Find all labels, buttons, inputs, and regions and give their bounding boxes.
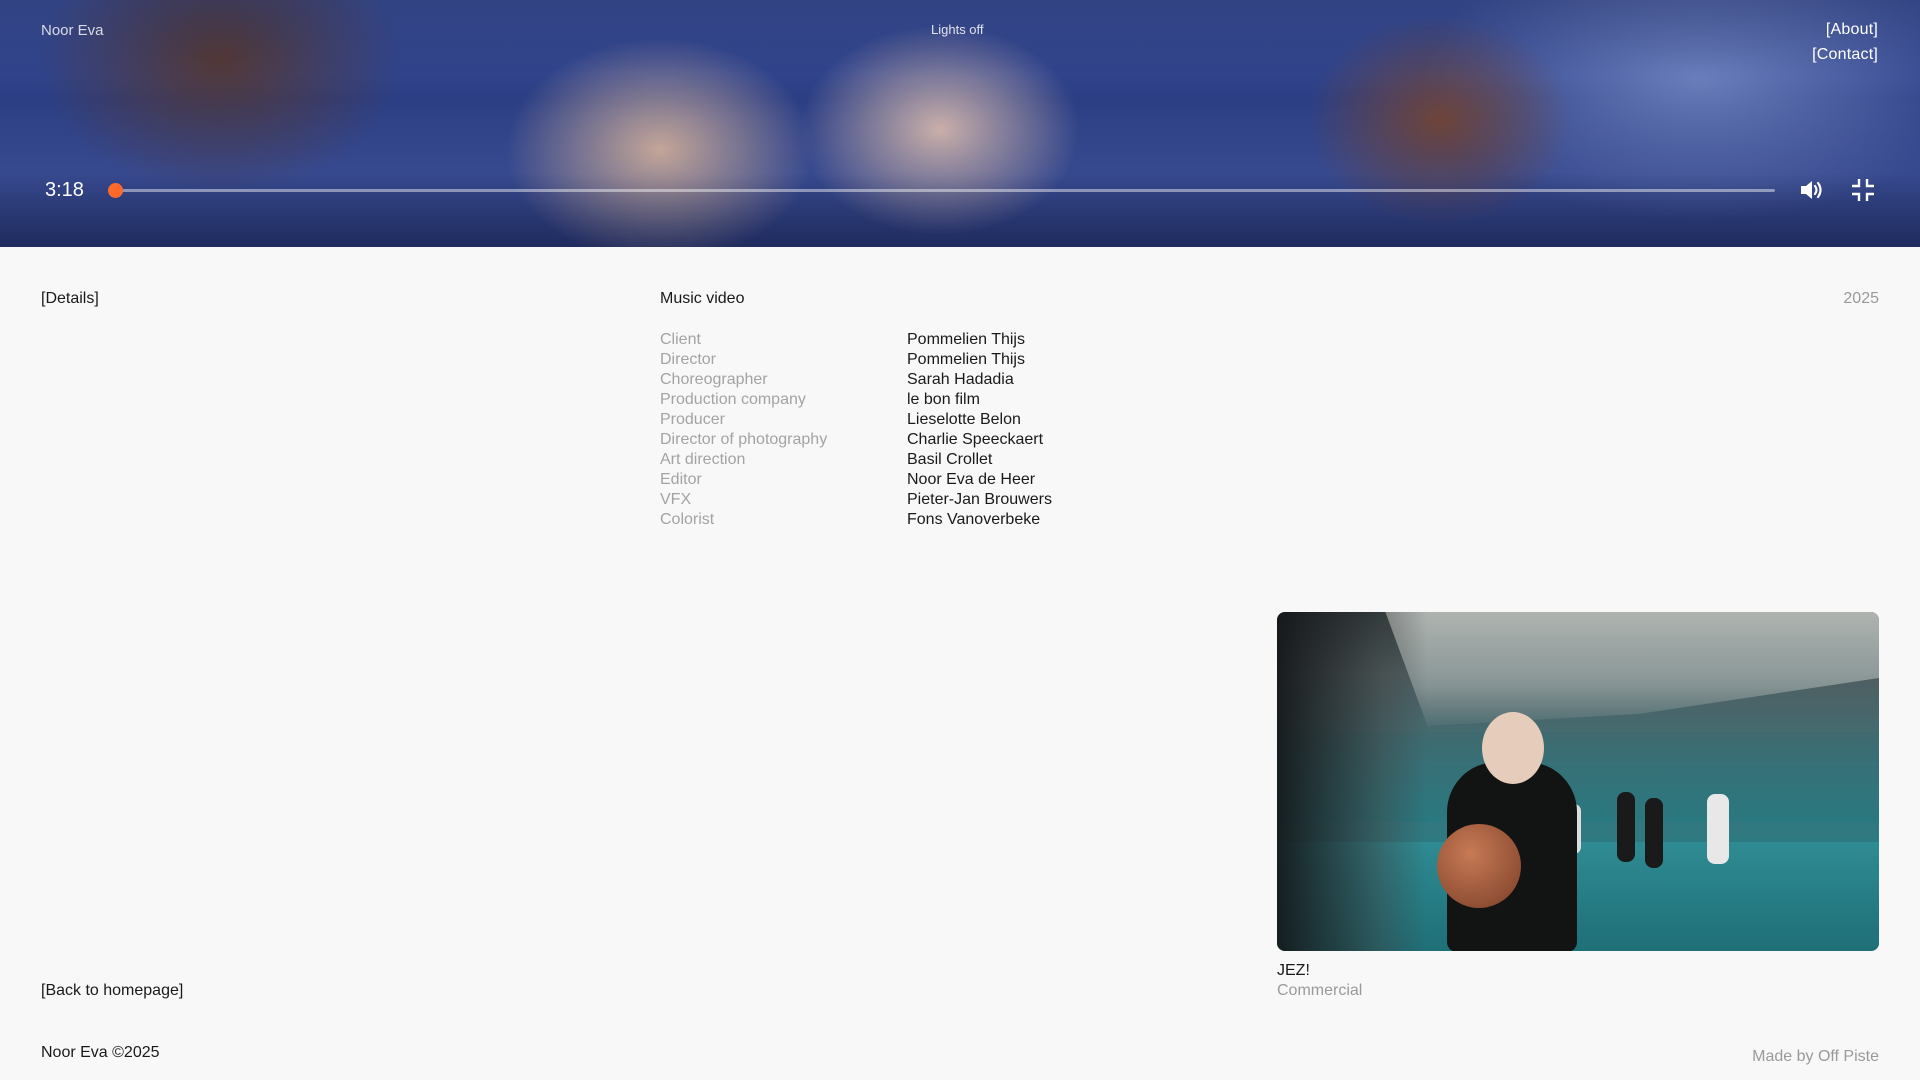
project-category: Music video [660, 290, 745, 307]
copyright: Noor Eva ©2025 [41, 1044, 160, 1061]
credit-role: Director [660, 351, 717, 368]
exit-fullscreen-icon[interactable] [1848, 175, 1878, 205]
credit-role: Producer [660, 411, 725, 428]
lights-off-toggle[interactable]: Lights off [931, 22, 984, 37]
credit-role: Production company [660, 391, 806, 408]
top-nav: [About] [Contact] [1812, 21, 1878, 64]
credit-role: Client [660, 331, 701, 348]
credit-name: Lieselotte Belon [907, 411, 1021, 428]
next-project-type: Commercial [1277, 982, 1363, 999]
credit-name: Fons Vanoverbeke [907, 511, 1041, 528]
details-heading: [Details] [41, 290, 99, 307]
credit-row: Colorist Fons Vanoverbeke [660, 510, 1052, 530]
nav-about-link[interactable]: [About] [1826, 21, 1878, 39]
credit-row: Director of photography Charlie Speeckae… [660, 430, 1052, 450]
credit-role: Director of photography [660, 431, 828, 448]
next-project-title[interactable]: JEZ! [1277, 962, 1310, 980]
credit-role: Editor [660, 471, 702, 488]
hero-video[interactable]: Noor Eva Lights off [About] [Contact] 3:… [0, 0, 1920, 247]
credit-row: Editor Noor Eva de Heer [660, 470, 1052, 490]
progress-bar[interactable] [108, 183, 1775, 198]
thumb-head [1482, 712, 1544, 784]
credit-name: Charlie Speeckaert [907, 431, 1044, 448]
credit-row: Director Pommelien Thijs [660, 350, 1052, 370]
brand-name[interactable]: Noor Eva [41, 22, 104, 39]
basketball [1437, 824, 1521, 908]
thumb-player [1645, 798, 1663, 868]
credits-list: Client Pommelien Thijs Director Pommelie… [660, 330, 1052, 530]
credit-row: VFX Pieter-Jan Brouwers [660, 490, 1052, 510]
thumb-player [1707, 794, 1729, 864]
video-controls: 3:18 [0, 172, 1920, 208]
volume-icon[interactable] [1797, 175, 1827, 205]
credit-name: Sarah Hadadia [907, 371, 1014, 388]
credit-row: Production company le bon film [660, 390, 1052, 410]
credit-row: Art direction Basil Crollet [660, 450, 1052, 470]
project-year: 2025 [1843, 290, 1879, 307]
credit-name: Pommelien Thijs [907, 331, 1025, 348]
video-time: 3:18 [45, 179, 84, 201]
nav-contact-link[interactable]: [Contact] [1812, 46, 1878, 64]
credit-role: Choreographer [660, 371, 768, 388]
thumb-player [1617, 792, 1635, 862]
next-project-thumbnail[interactable] [1277, 612, 1879, 951]
credit-name: Noor Eva de Heer [907, 471, 1036, 488]
progress-handle[interactable] [108, 183, 123, 198]
thumb-foreground-blur [1277, 612, 1427, 951]
credit-name: Pieter-Jan Brouwers [907, 491, 1052, 508]
back-to-homepage-link[interactable]: [Back to homepage] [41, 982, 183, 1000]
credit-row: Choreographer Sarah Hadadia [660, 370, 1052, 390]
credit-row: Client Pommelien Thijs [660, 330, 1052, 350]
credit-name: Basil Crollet [907, 451, 993, 468]
credit-role: VFX [660, 491, 692, 508]
credit-name: le bon film [907, 391, 980, 408]
credit-role: Art direction [660, 451, 746, 468]
credit-role: Colorist [660, 511, 715, 528]
made-by-link[interactable]: Made by Off Piste [1752, 1048, 1879, 1066]
credit-row: Producer Lieselotte Belon [660, 410, 1052, 430]
credit-name: Pommelien Thijs [907, 351, 1025, 368]
